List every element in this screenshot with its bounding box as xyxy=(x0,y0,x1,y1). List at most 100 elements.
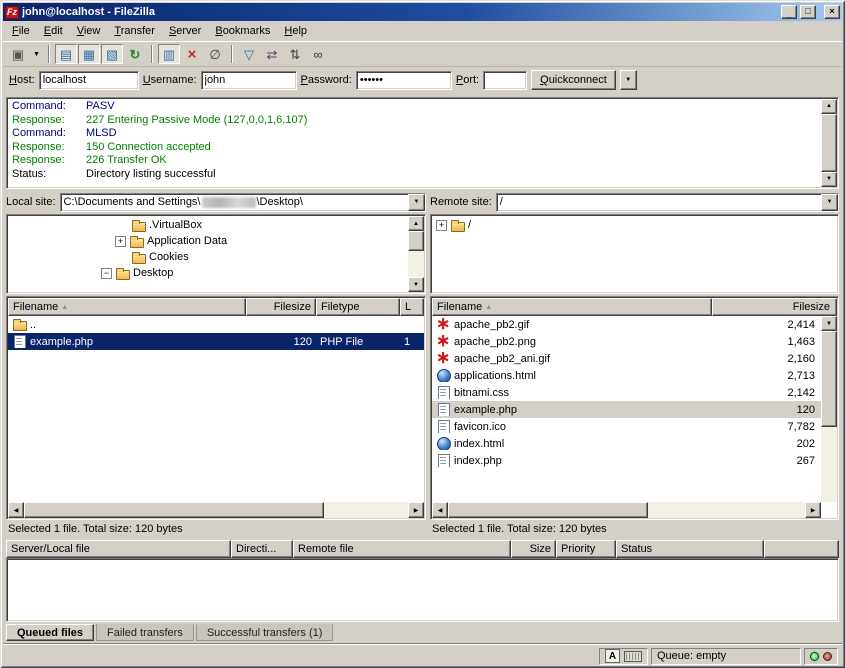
quickconnect-dropdown-button[interactable]: ▼ xyxy=(620,70,637,90)
menu-edit[interactable]: Edit xyxy=(37,22,70,40)
port-input[interactable] xyxy=(483,71,527,90)
file-row[interactable]: index.php 267 xyxy=(432,452,821,469)
tree-item[interactable]: +/ xyxy=(431,217,820,233)
remote-list-vscrollbar[interactable]: ▲ ▼ xyxy=(821,316,837,502)
tree-item[interactable]: +Application Data xyxy=(7,233,407,249)
file-row[interactable]: .. xyxy=(8,316,424,333)
remote-list-hscrollbar[interactable]: ◀ ▶ xyxy=(432,502,821,518)
queue-status: Queue: empty xyxy=(651,648,801,665)
remote-site-combobox[interactable]: / ▼ xyxy=(496,193,839,212)
expand-icon[interactable]: + xyxy=(436,220,447,231)
remote-pane: Remote site: / ▼ +/ Filename▲ Filesize a… xyxy=(430,191,839,538)
menu-bookmarks[interactable]: Bookmarks xyxy=(208,22,277,40)
toggle-remote-tree-button[interactable]: ▧ xyxy=(101,44,123,64)
local-list-hscrollbar[interactable]: ◀ ▶ xyxy=(8,502,424,518)
sync-browse-button[interactable]: ⇅ xyxy=(284,44,306,64)
column-header-remote-file[interactable]: Remote file xyxy=(293,540,511,558)
host-input[interactable] xyxy=(39,71,139,90)
column-header-size[interactable]: Size xyxy=(511,540,556,558)
file-row[interactable]: index.html 202 xyxy=(432,435,821,452)
quickconnect-button[interactable]: Quickconnect xyxy=(531,70,616,90)
remote-status-text: Selected 1 file. Total size: 120 bytes xyxy=(430,520,839,538)
menu-help[interactable]: Help xyxy=(277,22,314,40)
find-button[interactable]: ∞ xyxy=(307,44,329,64)
scroll-up-arrow-icon[interactable]: ▲ xyxy=(821,99,837,114)
column-header-filesize[interactable]: Filesize xyxy=(712,298,837,316)
site-manager-button[interactable]: ▣ xyxy=(7,44,29,64)
local-tree-scrollbar[interactable]: ▲ ▼ xyxy=(408,216,424,292)
menu-transfer[interactable]: Transfer xyxy=(107,22,162,40)
disconnect-button[interactable]: ∅ xyxy=(204,44,226,64)
file-row[interactable]: apache_pb2_ani.gif 2,160 xyxy=(432,350,821,367)
local-site-combobox[interactable]: C:\Documents and Settings\\Desktop\ ▼ xyxy=(60,193,426,212)
file-row[interactable]: applications.html 2,713 xyxy=(432,367,821,384)
combo-dropdown-button[interactable]: ▼ xyxy=(408,194,425,211)
column-header-filesize[interactable]: Filesize xyxy=(246,298,316,316)
site-manager-dropdown-button[interactable]: ▼ xyxy=(30,44,43,64)
column-header-lastmodified[interactable]: L xyxy=(400,298,424,316)
queue-list-body[interactable] xyxy=(6,558,839,622)
sync-browse-icon: ⇅ xyxy=(290,48,301,61)
toggle-message-log-button[interactable]: ▤ xyxy=(55,44,77,64)
close-button[interactable]: × xyxy=(824,5,840,19)
file-row-selected[interactable]: example.php 120 xyxy=(432,401,821,418)
toggle-queue-button[interactable]: ▥ xyxy=(158,44,180,64)
scroll-down-arrow-icon[interactable]: ▼ xyxy=(821,316,837,331)
image-file-icon xyxy=(436,352,451,365)
collapse-icon[interactable]: − xyxy=(101,268,112,279)
sort-ascending-icon: ▲ xyxy=(485,304,492,311)
keyboard-icon xyxy=(624,651,642,662)
column-header-priority[interactable]: Priority xyxy=(556,540,616,558)
username-input[interactable] xyxy=(201,71,297,90)
file-row-selected[interactable]: example.php 120 PHP File 1 xyxy=(8,333,424,350)
password-input[interactable] xyxy=(356,71,452,90)
column-header-filename[interactable]: Filename▲ xyxy=(432,298,712,316)
menu-server[interactable]: Server xyxy=(162,22,208,40)
menubar: File Edit View Transfer Server Bookmarks… xyxy=(3,21,842,41)
tab-failed-transfers[interactable]: Failed transfers xyxy=(96,624,194,641)
file-row[interactable]: apache_pb2.png 1,463 xyxy=(432,333,821,350)
scroll-right-arrow-icon[interactable]: ▶ xyxy=(805,502,821,518)
scroll-left-arrow-icon[interactable]: ◀ xyxy=(8,502,24,518)
tab-queued-files[interactable]: Queued files xyxy=(6,624,94,641)
tab-successful-transfers[interactable]: Successful transfers (1) xyxy=(196,624,334,641)
scrollbar-thumb[interactable] xyxy=(24,502,324,518)
scroll-down-arrow-icon[interactable]: ▼ xyxy=(821,172,837,187)
menu-file[interactable]: File xyxy=(5,22,37,40)
maximize-button[interactable]: □ xyxy=(800,5,816,19)
scrollbar-thumb[interactable] xyxy=(821,331,837,427)
scroll-down-arrow-icon[interactable]: ▼ xyxy=(408,277,424,292)
remote-list-body: apache_pb2.gif 2,414 apache_pb2.png 1,46… xyxy=(432,316,837,502)
scrollbar-thumb[interactable] xyxy=(408,231,424,251)
combo-dropdown-button[interactable]: ▼ xyxy=(821,194,838,211)
scroll-up-arrow-icon[interactable]: ▲ xyxy=(408,216,424,231)
column-header-filetype[interactable]: Filetype xyxy=(316,298,400,316)
compare-button[interactable]: ⇄ xyxy=(261,44,283,64)
log-scrollbar[interactable]: ▲ ▼ xyxy=(821,99,837,187)
file-row[interactable]: favicon.ico 7,782 xyxy=(432,418,821,435)
php-file-icon xyxy=(436,454,451,467)
expand-icon[interactable]: + xyxy=(115,236,126,247)
cancel-button[interactable]: × xyxy=(181,44,203,64)
column-header-server-local-file[interactable]: Server/Local file xyxy=(6,540,231,558)
minimize-button[interactable]: _ xyxy=(781,5,797,19)
scrollbar-thumb[interactable] xyxy=(821,114,837,172)
column-header-filename[interactable]: Filename▲ xyxy=(8,298,246,316)
column-header-direction[interactable]: Directi... xyxy=(231,540,293,558)
local-tree-icon: ▦ xyxy=(83,48,95,61)
scroll-right-arrow-icon[interactable]: ▶ xyxy=(408,502,424,518)
menu-view[interactable]: View xyxy=(70,22,108,40)
tree-item[interactable]: −Desktop xyxy=(7,265,407,281)
file-row[interactable]: apache_pb2.gif 2,414 xyxy=(432,316,821,333)
scrollbar-thumb[interactable] xyxy=(448,502,648,518)
toggle-local-tree-button[interactable]: ▦ xyxy=(78,44,100,64)
folder-icon xyxy=(129,235,144,248)
refresh-button[interactable]: ↻ xyxy=(124,44,146,64)
image-file-icon xyxy=(436,318,451,331)
tree-item[interactable]: .VirtualBox xyxy=(7,217,407,233)
filter-button[interactable]: ▽ xyxy=(238,44,260,64)
scroll-left-arrow-icon[interactable]: ◀ xyxy=(432,502,448,518)
tree-item[interactable]: Cookies xyxy=(7,249,407,265)
column-header-status[interactable]: Status xyxy=(616,540,764,558)
file-row[interactable]: bitnami.css 2,142 xyxy=(432,384,821,401)
